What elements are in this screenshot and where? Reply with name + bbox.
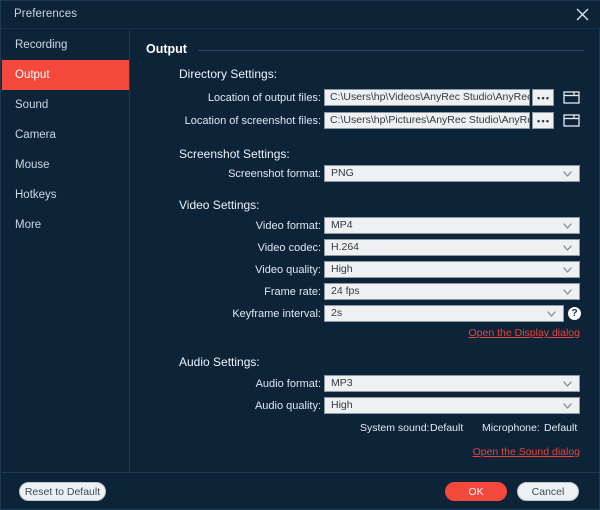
video-codec-select[interactable]: H.264 — [324, 239, 580, 256]
chevron-down-icon — [563, 245, 572, 251]
video-quality-label: Video quality: — [255, 264, 321, 276]
sidebar-item-mouse[interactable]: Mouse — [2, 150, 129, 180]
screenshot-format-label: Screenshot format: — [228, 168, 321, 180]
sidebar-item-recording[interactable]: Recording — [2, 30, 129, 60]
sidebar-item-sound[interactable]: Sound — [2, 90, 129, 120]
audio-quality-label: Audio quality: — [254, 400, 321, 412]
output-folder-open-button[interactable] — [563, 90, 580, 105]
system-sound-label: System sound: — [360, 422, 430, 434]
chevron-down-icon — [563, 403, 572, 409]
window-title: Preferences — [14, 8, 78, 20]
video-quality-select[interactable]: High — [324, 261, 580, 278]
title-bar: Preferences — [1, 1, 600, 29]
chevron-down-icon — [563, 289, 572, 295]
audio-settings-heading: Audio Settings: — [179, 355, 260, 369]
reset-to-default-button[interactable]: Reset to Default — [19, 482, 106, 501]
system-sound-value: Default — [430, 422, 464, 434]
open-sound-dialog-link[interactable]: Open the Sound dialog — [473, 446, 580, 458]
cancel-button[interactable]: Cancel — [517, 482, 579, 501]
output-location-input[interactable]: C:\Users\hp\Videos\AnyRec Studio\AnyRec … — [324, 89, 530, 106]
sidebar-item-camera[interactable]: Camera — [2, 120, 129, 150]
video-format-label: Video format: — [255, 220, 321, 232]
video-format-select[interactable]: MP4 — [324, 217, 580, 234]
chevron-down-icon — [563, 171, 572, 177]
screenshot-location-input[interactable]: C:\Users\hp\Pictures\AnyRec Studio\AnyRe… — [324, 112, 530, 129]
audio-format-label: Audio format: — [255, 378, 321, 390]
preferences-window: Preferences Recording Output Sound Camer… — [0, 0, 600, 510]
directory-settings-heading: Directory Settings: — [179, 67, 278, 81]
screenshot-format-value: PNG — [331, 167, 354, 179]
sidebar-item-output[interactable]: Output — [2, 60, 129, 90]
chevron-down-icon — [563, 267, 572, 273]
sidebar-item-more[interactable]: More — [2, 210, 129, 240]
settings-pane: Output Directory Settings: Location of o… — [131, 30, 600, 471]
frame-rate-select[interactable]: 24 fps — [324, 283, 580, 300]
screenshot-browse-button[interactable]: ••• — [532, 112, 554, 129]
video-quality-value: High — [331, 263, 353, 275]
sidebar: Recording Output Sound Camera Mouse Hotk… — [2, 30, 130, 471]
screenshot-folder-open-button[interactable] — [563, 113, 580, 128]
microphone-label: Microphone: — [482, 422, 540, 434]
video-settings-heading: Video Settings: — [179, 198, 260, 212]
audio-quality-select[interactable]: High — [324, 397, 580, 414]
ok-button[interactable]: OK — [445, 482, 507, 501]
screenshot-location-label: Location of screenshot files: — [184, 115, 321, 127]
help-icon[interactable]: ? — [568, 307, 581, 320]
sidebar-item-hotkeys[interactable]: Hotkeys — [2, 180, 129, 210]
output-location-label: Location of output files: — [207, 92, 321, 104]
keyframe-interval-select[interactable]: 2s — [324, 305, 564, 322]
screenshot-settings-heading: Screenshot Settings: — [179, 147, 290, 161]
audio-format-select[interactable]: MP3 — [324, 375, 580, 392]
video-codec-label: Video codec: — [257, 242, 321, 254]
keyframe-interval-label: Keyframe interval: — [232, 308, 321, 320]
ellipsis-icon: ••• — [537, 93, 551, 103]
footer-bar: Reset to Default OK Cancel — [2, 472, 599, 509]
ellipsis-icon: ••• — [537, 116, 551, 126]
chevron-down-icon — [547, 311, 556, 317]
audio-quality-value: High — [331, 399, 353, 411]
page-title: Output — [146, 42, 187, 56]
frame-rate-value: 24 fps — [331, 285, 360, 297]
output-browse-button[interactable]: ••• — [532, 89, 554, 106]
audio-format-value: MP3 — [331, 377, 353, 389]
open-display-dialog-link[interactable]: Open the Display dialog — [469, 327, 581, 339]
screenshot-format-select[interactable]: PNG — [324, 165, 580, 182]
frame-rate-label: Frame rate: — [264, 286, 321, 298]
microphone-value: Default — [544, 422, 578, 434]
close-icon[interactable] — [571, 5, 593, 25]
video-codec-value: H.264 — [331, 241, 360, 253]
keyframe-interval-value: 2s — [331, 307, 343, 319]
chevron-down-icon — [563, 223, 572, 229]
title-divider — [198, 50, 584, 51]
video-format-value: MP4 — [331, 219, 353, 231]
chevron-down-icon — [563, 381, 572, 387]
